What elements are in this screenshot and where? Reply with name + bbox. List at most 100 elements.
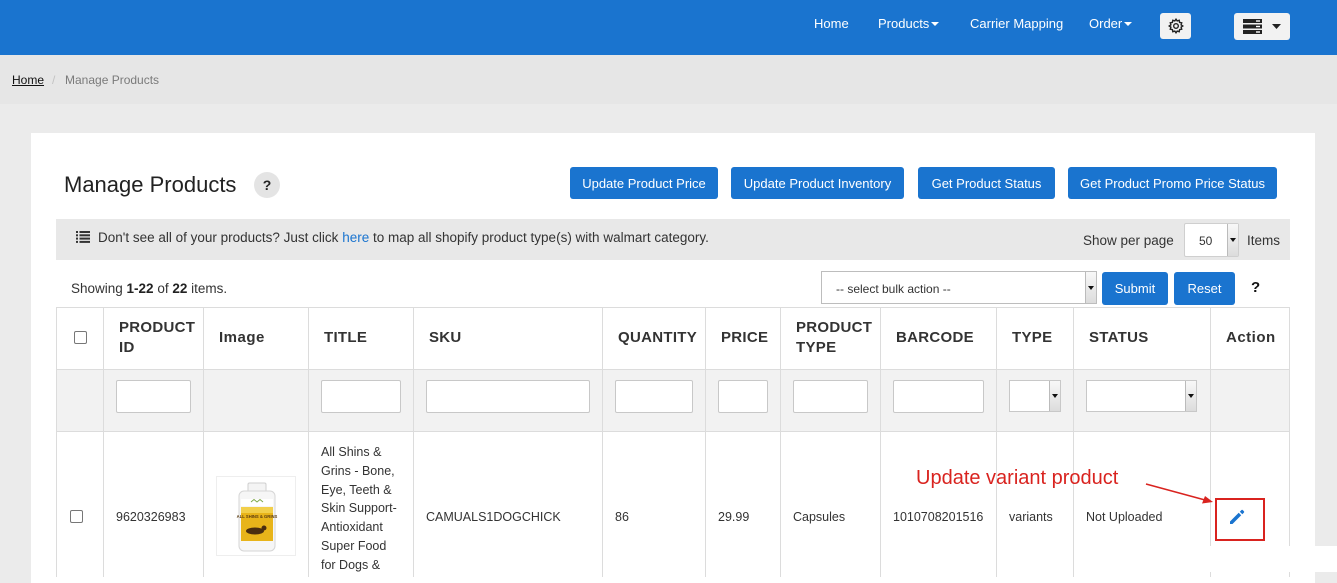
- price-filter-input[interactable]: [718, 380, 768, 413]
- nav-home[interactable]: Home: [814, 16, 849, 32]
- gear-icon: [1167, 18, 1184, 34]
- get-product-status-button[interactable]: Get Product Status: [918, 167, 1055, 199]
- cell-product-type: Capsules: [793, 510, 846, 524]
- mapping-hint-prefix: Don't see all of your products? Just cli…: [98, 230, 343, 245]
- header-product-id[interactable]: PRODUCT ID: [119, 318, 195, 358]
- title-filter-input[interactable]: [321, 380, 401, 413]
- header-product-id-line1: PRODUCT: [119, 319, 196, 336]
- header-product-type-line2: TYPE: [796, 339, 837, 356]
- chevron-down-icon: [1227, 224, 1238, 256]
- get-product-promo-price-status-button[interactable]: Get Product Promo Price Status: [1068, 167, 1277, 199]
- cell-quantity: 86: [615, 510, 629, 524]
- table-divider: [56, 369, 1290, 370]
- summary-suffix: items.: [187, 281, 228, 296]
- row-checkbox[interactable]: [70, 510, 83, 523]
- overlay-block: [1159, 546, 1337, 572]
- cell-barcode: 1010708201516: [893, 510, 984, 524]
- table-divider: [203, 307, 204, 577]
- reset-button[interactable]: Reset: [1174, 272, 1235, 305]
- nav-order[interactable]: Order: [1089, 16, 1133, 32]
- user-menu-button[interactable]: [1234, 13, 1290, 40]
- nav-carrier-mapping[interactable]: Carrier Mapping: [970, 16, 1063, 32]
- table-divider: [56, 431, 1290, 432]
- product-image[interactable]: ALL SHINS & GRINS: [216, 476, 296, 556]
- cell-title: All Shins & Grins - Bone, Eye, Teeth & S…: [321, 445, 397, 572]
- summary-middle: of: [153, 281, 173, 296]
- table-divider: [1073, 307, 1074, 577]
- header-price[interactable]: PRICE: [721, 328, 768, 348]
- table-divider: [56, 307, 1290, 308]
- cell-sku: CAMUALS1DOGCHICK: [426, 510, 561, 524]
- annotation-arrow: [1145, 483, 1213, 504]
- nav-order-label: Order: [1089, 16, 1123, 31]
- header-barcode[interactable]: BARCODE: [896, 328, 974, 348]
- results-summary: Showing 1-22 of 22 items.: [71, 281, 227, 296]
- update-product-inventory-button[interactable]: Update Product Inventory: [731, 167, 904, 199]
- nav-products[interactable]: Products: [878, 16, 940, 32]
- table-divider: [56, 307, 57, 577]
- breadcrumb-home[interactable]: Home: [12, 73, 44, 87]
- submit-button[interactable]: Submit: [1102, 272, 1168, 305]
- table-divider: [780, 307, 781, 577]
- header-status[interactable]: STATUS: [1089, 328, 1149, 348]
- bulk-action-select[interactable]: -- select bulk action --: [821, 271, 1097, 304]
- update-product-price-button[interactable]: Update Product Price: [570, 167, 718, 199]
- status-filter-select[interactable]: [1086, 380, 1197, 412]
- header-action: Action: [1226, 329, 1276, 346]
- product-label-text: ALL SHINS & GRINS: [237, 514, 278, 519]
- chevron-down-icon: [1049, 381, 1060, 411]
- header-quantity[interactable]: QUANTITY: [618, 328, 697, 348]
- table-divider: [705, 307, 706, 577]
- header-title[interactable]: TITLE: [324, 328, 367, 348]
- table-divider: [880, 307, 881, 577]
- table-divider: [602, 307, 603, 577]
- table-divider: [1210, 307, 1211, 577]
- settings-button[interactable]: [1160, 13, 1191, 39]
- top-navbar: Home Products Carrier Mapping Order: [0, 0, 1337, 55]
- items-label: Items: [1247, 233, 1281, 248]
- annotation-highlight-box: [1215, 498, 1265, 541]
- product-bottle-image: ALL SHINS & GRINS: [237, 482, 278, 552]
- table-divider: [413, 307, 414, 577]
- product-id-filter-input[interactable]: [116, 380, 191, 413]
- annotation-label: Update variant product: [916, 467, 1119, 489]
- breadcrumb: Home / Manage Products: [0, 55, 1337, 104]
- chevron-down-icon: [1272, 24, 1281, 29]
- mapping-hint-suffix: to map all shopify product type(s) with …: [369, 230, 709, 245]
- header-product-type-line1: PRODUCT: [796, 319, 873, 336]
- per-page-select[interactable]: 50: [1184, 223, 1239, 257]
- table-divider: [996, 307, 997, 577]
- table-divider: [308, 307, 309, 577]
- table-divider: [1289, 307, 1290, 577]
- header-type[interactable]: TYPE: [1012, 328, 1052, 348]
- mapping-hint: Don't see all of your products? Just cli…: [98, 230, 709, 245]
- cell-product-id: 9620326983: [116, 510, 186, 524]
- header-product-type[interactable]: PRODUCT TYPE: [796, 318, 872, 358]
- quantity-filter-input[interactable]: [615, 380, 693, 413]
- table-divider: [103, 307, 104, 577]
- header-sku[interactable]: SKU: [429, 328, 462, 348]
- nav-products-label: Products: [878, 16, 930, 31]
- select-all-checkbox[interactable]: [74, 331, 87, 344]
- cell-status: Not Uploaded: [1086, 510, 1163, 524]
- mapping-link[interactable]: here: [342, 230, 369, 245]
- bulk-action-value: -- select bulk action --: [836, 282, 951, 296]
- cell-type: variants: [1009, 510, 1053, 524]
- sku-filter-input[interactable]: [426, 380, 590, 413]
- per-page-value: 50: [1199, 234, 1213, 248]
- summary-prefix: Showing: [71, 281, 127, 296]
- help-button[interactable]: ?: [254, 172, 280, 198]
- summary-range: 1-22: [126, 281, 154, 296]
- bulk-help-icon[interactable]: ?: [1251, 279, 1260, 296]
- product-type-filter-input[interactable]: [793, 380, 868, 413]
- chevron-down-icon: [1085, 272, 1096, 303]
- type-filter-select[interactable]: [1009, 380, 1061, 412]
- chevron-down-icon: [1185, 381, 1196, 411]
- breadcrumb-separator: /: [52, 73, 56, 87]
- list-icon: [76, 231, 90, 243]
- barcode-filter-input[interactable]: [893, 380, 984, 413]
- server-stack-icon: [1243, 19, 1262, 34]
- page-title: Manage Products: [64, 172, 237, 197]
- summary-total: 22: [172, 281, 188, 296]
- header-product-id-line2: ID: [119, 339, 135, 356]
